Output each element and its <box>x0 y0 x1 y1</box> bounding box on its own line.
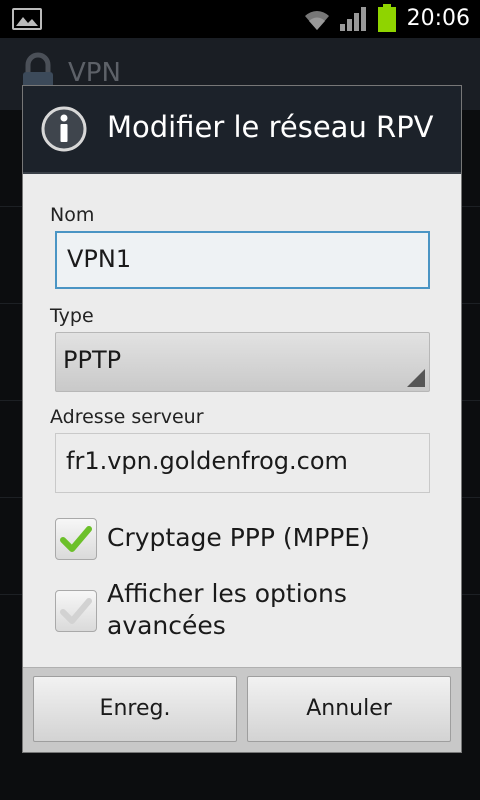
dropdown-arrow-icon <box>407 369 425 387</box>
status-time: 20:06 <box>406 6 470 31</box>
advanced-options-label-line1: Afficher les options <box>107 579 347 608</box>
type-select[interactable]: PPTP <box>55 332 430 392</box>
background-title: VPN <box>68 58 121 88</box>
check-icon <box>60 598 92 624</box>
battery-icon <box>378 4 396 32</box>
dialog-title: Modifier le réseau RPV <box>107 110 434 144</box>
edit-vpn-dialog: Modifier le réseau RPV Nom VPN1 Type PPT… <box>22 85 462 753</box>
save-button[interactable]: Enreg. <box>33 676 237 742</box>
status-bar: 20:06 <box>0 0 480 38</box>
signal-icon <box>340 7 366 31</box>
name-label: Nom <box>50 204 95 226</box>
type-select-value: PPTP <box>63 346 122 374</box>
mppe-label: Cryptage PPP (MPPE) <box>107 523 370 552</box>
info-icon <box>41 106 87 152</box>
dialog-header: Modifier le réseau RPV <box>23 86 461 174</box>
check-icon <box>60 526 92 552</box>
advanced-options-label-line2: avancées <box>107 611 226 640</box>
cancel-button[interactable]: Annuler <box>247 676 451 742</box>
server-input[interactable]: fr1.vpn.goldenfrog.com <box>55 433 430 493</box>
wifi-icon <box>305 11 329 30</box>
mppe-checkbox[interactable] <box>55 518 97 560</box>
advanced-options-checkbox[interactable] <box>55 590 97 632</box>
image-notification-icon <box>12 8 42 30</box>
name-input[interactable]: VPN1 <box>55 231 430 289</box>
server-label: Adresse serveur <box>50 406 204 428</box>
type-label: Type <box>50 305 94 327</box>
dialog-button-bar: Enreg. Annuler <box>23 667 461 752</box>
